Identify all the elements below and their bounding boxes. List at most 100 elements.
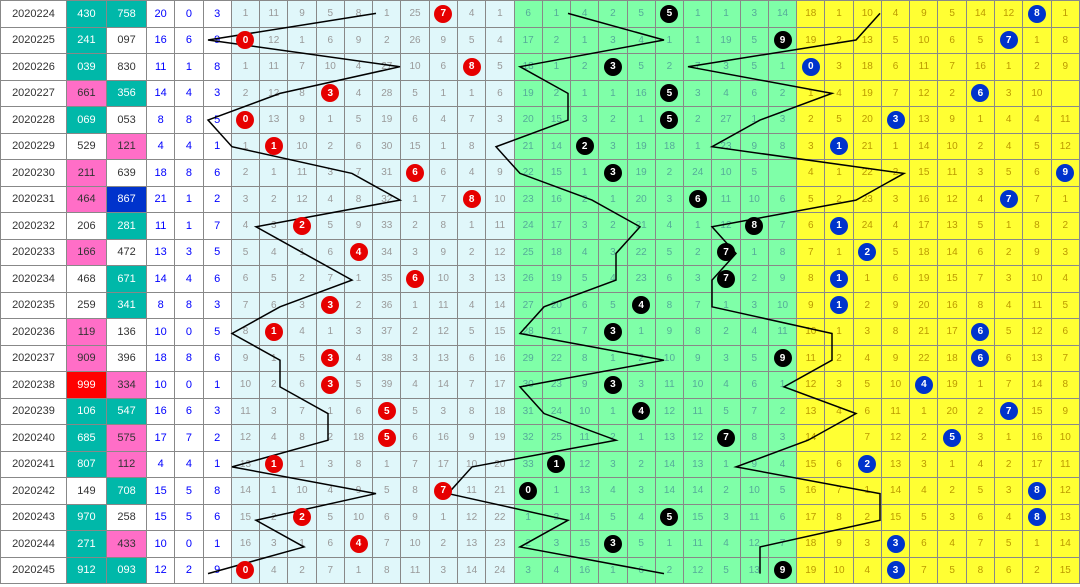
- grid-cell: 3: [571, 213, 599, 240]
- grid-cell: 10: [288, 478, 316, 505]
- ball-b: 2: [576, 137, 594, 155]
- grid-cell: 22: [853, 160, 881, 187]
- grid-cell: 4: [401, 372, 429, 399]
- grid-cell: [1051, 80, 1079, 107]
- ball-c: 0: [802, 58, 820, 76]
- grid-cell: 2: [373, 27, 401, 54]
- cell: 15: [147, 478, 175, 505]
- grid-cell: 2: [542, 27, 570, 54]
- grid-cell: 18: [655, 133, 683, 160]
- grid-cell: 6: [853, 398, 881, 425]
- grid-cell: 7: [429, 1, 457, 28]
- cell: 3: [203, 1, 231, 28]
- grid-cell: 27: [712, 107, 740, 134]
- cell: 8: [175, 345, 203, 372]
- grid-cell: 5: [457, 319, 485, 346]
- grid-cell: 13: [797, 398, 825, 425]
- grid-cell: 2: [542, 504, 570, 531]
- grid-cell: 2: [627, 345, 655, 372]
- grid-cell: 4: [571, 1, 599, 28]
- ball-c: 8: [1028, 508, 1046, 526]
- grid-cell: 18: [853, 54, 881, 81]
- table-row: 2020239106547166311371655381831241014121…: [1, 398, 1080, 425]
- grid-cell: 18: [542, 239, 570, 266]
- grid-cell: 4: [344, 239, 372, 266]
- grid-cell: 15: [571, 531, 599, 558]
- grid-cell: 1: [768, 54, 796, 81]
- grid-cell: 2: [712, 319, 740, 346]
- grid-cell: 6: [231, 266, 259, 293]
- cell: 0: [175, 372, 203, 399]
- table-row: 2020235259341883763323611141427206548713…: [1, 292, 1080, 319]
- grid-cell: 15: [910, 160, 938, 187]
- grid-cell: 5: [655, 107, 683, 134]
- grid-cell: 8: [1023, 478, 1051, 505]
- grid-cell: 24: [486, 557, 514, 584]
- grid-cell: 16: [231, 531, 259, 558]
- grid-cell: 1: [599, 186, 627, 213]
- grid-cell: 23: [853, 186, 881, 213]
- data-table: 2020224430758200311195812574161425511314…: [0, 0, 1080, 584]
- grid-cell: 32: [514, 425, 542, 452]
- grid-cell: 6: [966, 504, 994, 531]
- cell: 5: [203, 239, 231, 266]
- grid-cell: 12: [655, 398, 683, 425]
- grid-cell: 8: [825, 504, 853, 531]
- grid-cell: 10: [910, 27, 938, 54]
- grid-cell: 1: [429, 504, 457, 531]
- cell: 433: [107, 531, 147, 558]
- cell: 4: [175, 266, 203, 293]
- grid-cell: 9: [740, 133, 768, 160]
- grid-cell: 7: [373, 531, 401, 558]
- grid-cell: [486, 133, 514, 160]
- grid-cell: 1: [486, 1, 514, 28]
- grid-cell: 2: [825, 27, 853, 54]
- grid-cell: 2: [797, 107, 825, 134]
- grid-cell: 3: [599, 54, 627, 81]
- cell: 468: [66, 266, 106, 293]
- grid-cell: 9: [768, 557, 796, 584]
- grid-cell: 7: [938, 54, 966, 81]
- grid-cell: 17: [938, 319, 966, 346]
- grid-cell: 6: [316, 239, 344, 266]
- grid-cell: 15: [542, 107, 570, 134]
- grid-cell: 1: [260, 345, 288, 372]
- grid-cell: 6: [768, 504, 796, 531]
- table-row: 2020227661356144321283428511619211165346…: [1, 80, 1080, 107]
- grid-cell: 6: [260, 292, 288, 319]
- grid-cell: 3: [768, 107, 796, 134]
- grid-cell: 18: [910, 239, 938, 266]
- grid-cell: 5: [316, 504, 344, 531]
- grid-cell: 6: [401, 425, 429, 452]
- grid-cell: 1: [655, 27, 683, 54]
- ball-a: 5: [378, 429, 396, 447]
- grid-cell: 11: [1051, 107, 1079, 134]
- grid-cell: 21: [627, 213, 655, 240]
- cell: 8: [175, 160, 203, 187]
- grid-cell: 3: [995, 266, 1023, 293]
- grid-cell: 2: [344, 292, 372, 319]
- cell: 106: [66, 398, 106, 425]
- cell: 464: [66, 186, 106, 213]
- grid-cell: 19: [938, 372, 966, 399]
- grid-cell: 5: [344, 372, 372, 399]
- grid-cell: 27: [514, 292, 542, 319]
- grid-cell: 13: [457, 531, 485, 558]
- grid-cell: 18: [938, 345, 966, 372]
- grid-cell: 5: [373, 425, 401, 452]
- grid-cell: 2: [938, 80, 966, 107]
- grid-cell: 3: [316, 80, 344, 107]
- grid-cell: 3: [712, 54, 740, 81]
- grid-cell: 6: [316, 27, 344, 54]
- grid-cell: 4: [995, 292, 1023, 319]
- grid-cell: 2: [457, 239, 485, 266]
- cell: 271: [66, 531, 106, 558]
- ball-a: 1: [265, 137, 283, 155]
- grid-cell: 8: [740, 425, 768, 452]
- grid-cell: 1: [260, 478, 288, 505]
- grid-cell: 6: [825, 451, 853, 478]
- grid-cell: 9: [684, 345, 712, 372]
- grid-cell: 39: [373, 372, 401, 399]
- cell: 671: [107, 266, 147, 293]
- table-row: 2020230211639188621113731664922151319224…: [1, 160, 1080, 187]
